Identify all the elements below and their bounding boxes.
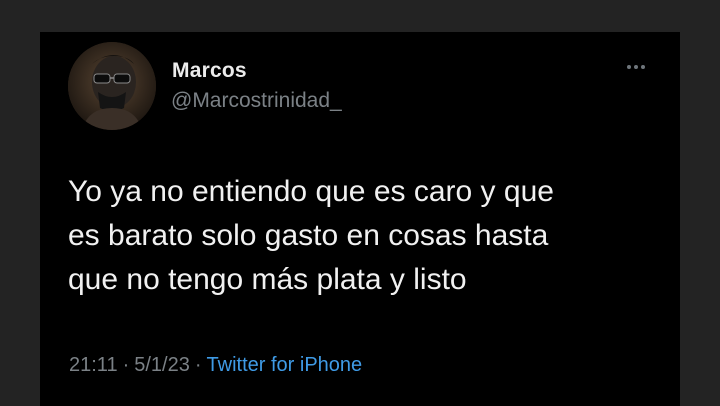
dot bbox=[641, 65, 645, 69]
tweet-text-line: que no tengo más plata y listo bbox=[68, 263, 467, 296]
separator: · bbox=[194, 354, 202, 376]
tweet-time[interactable]: 21:11 bbox=[69, 354, 118, 376]
avatar[interactable] bbox=[68, 42, 156, 130]
tweet-text-line: es barato solo gasto en cosas hasta bbox=[68, 219, 549, 252]
tweet-source-link[interactable]: Twitter for iPhone bbox=[207, 354, 363, 376]
tweet-date[interactable]: 5/1/23 bbox=[134, 354, 190, 376]
dot bbox=[627, 65, 631, 69]
tweet-text: Yo ya no entiendo que es caro y que es b… bbox=[68, 170, 668, 302]
tweet-card[interactable]: Marcos @Marcostrinidad_ Yo ya no entiend… bbox=[40, 32, 680, 406]
screenshot-frame: Marcos @Marcostrinidad_ Yo ya no entiend… bbox=[0, 0, 720, 406]
user-avatar-icon bbox=[68, 42, 156, 130]
author-handle[interactable]: @Marcostrinidad_ bbox=[171, 89, 342, 113]
author-display-name[interactable]: Marcos bbox=[172, 59, 247, 83]
more-options-icon[interactable] bbox=[620, 57, 652, 77]
tweet-text-line: Yo ya no entiendo que es caro y que bbox=[68, 175, 554, 208]
dot bbox=[634, 65, 638, 69]
tweet-metadata: 21:11 · 5/1/23 · Twitter for iPhone bbox=[69, 354, 362, 377]
separator: · bbox=[122, 354, 130, 376]
